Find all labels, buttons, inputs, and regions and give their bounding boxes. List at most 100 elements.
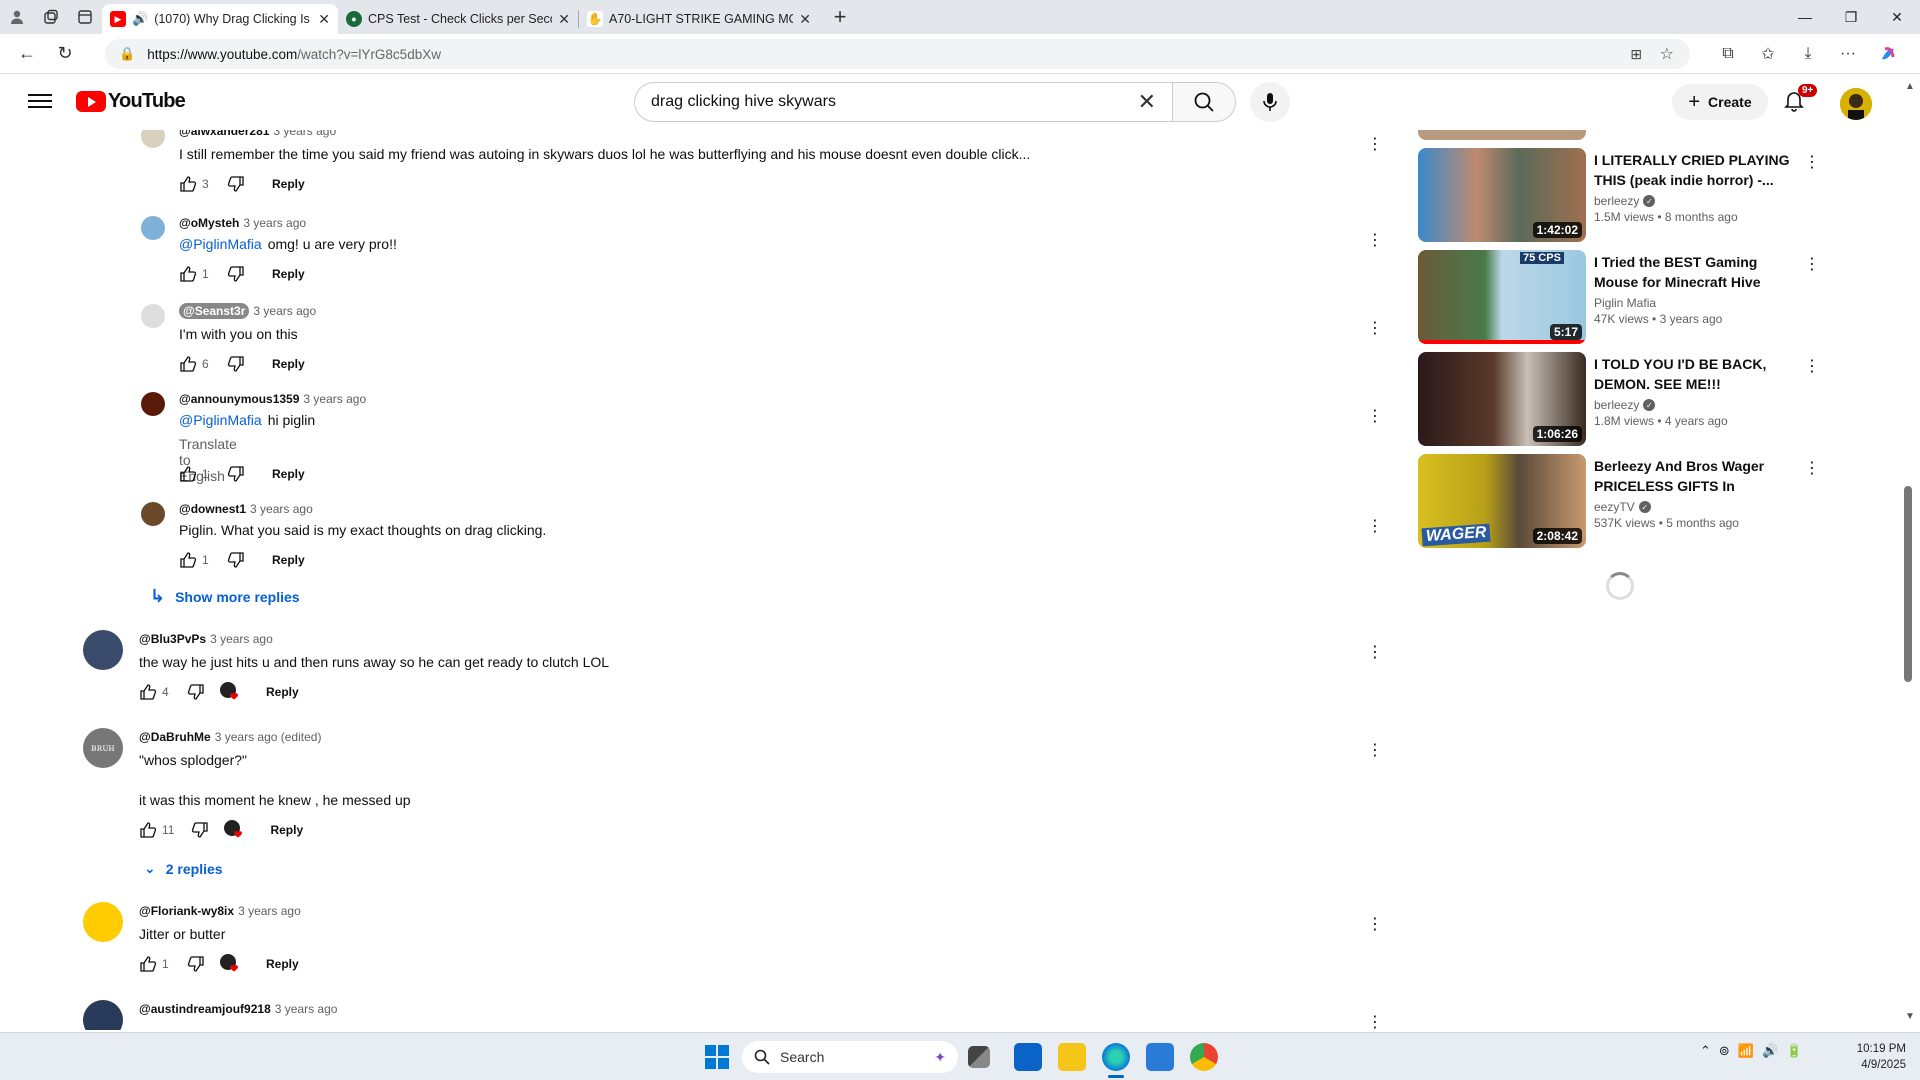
- restore-icon[interactable]: ❐: [1828, 0, 1874, 34]
- notifications-button[interactable]: 9+: [1782, 84, 1818, 118]
- comment-avatar[interactable]: [141, 502, 165, 526]
- microsoft-store-icon[interactable]: [1146, 1043, 1174, 1071]
- favorite-star-icon[interactable]: ☆: [1660, 44, 1674, 64]
- video-thumbnail[interactable]: 1:42:02: [1418, 148, 1586, 242]
- extensions-icon[interactable]: ⧉: [1708, 39, 1748, 69]
- menu-icon[interactable]: [28, 90, 52, 114]
- like-icon[interactable]: [136, 680, 160, 704]
- comment-avatar[interactable]: [83, 630, 123, 670]
- more-actions-icon[interactable]: ⋮: [1363, 1010, 1387, 1030]
- create-button[interactable]: + Create: [1672, 84, 1768, 120]
- app-available-icon[interactable]: ⊞: [1630, 46, 1642, 63]
- video-thumbnail[interactable]: WAGER 2:08:42: [1418, 454, 1586, 548]
- copilot-icon[interactable]: [1868, 39, 1908, 69]
- video-channel[interactable]: berleezy ✓: [1594, 398, 1794, 412]
- account-avatar[interactable]: [1840, 88, 1872, 120]
- tab-a70-mouse[interactable]: ✋ A70-LIGHT STRIKE GAMING MOU ✕: [579, 4, 819, 34]
- network-status-icon[interactable]: ⊚: [1719, 1043, 1730, 1059]
- video-card[interactable]: 75 CPS 5:17 I Tried the BEST Gaming Mous…: [1418, 250, 1820, 344]
- video-more-icon[interactable]: ⋮: [1800, 354, 1824, 378]
- video-thumbnail[interactable]: 1:06:26: [1418, 352, 1586, 446]
- close-tab-icon[interactable]: ✕: [799, 11, 811, 28]
- dislike-icon[interactable]: [224, 548, 248, 572]
- more-actions-icon[interactable]: ⋮: [1363, 404, 1387, 428]
- comment-author[interactable]: @Floriank-wy8ix: [139, 904, 234, 918]
- close-tab-icon[interactable]: ✕: [558, 11, 570, 28]
- downloads-icon[interactable]: ⤓: [1788, 39, 1828, 69]
- like-icon[interactable]: [176, 172, 200, 196]
- comment-mention[interactable]: @PiglinMafia: [179, 412, 262, 428]
- tab-cps-test[interactable]: ● CPS Test - Check Clicks per Secon ✕: [338, 4, 578, 34]
- scrollbar-thumb[interactable]: [1904, 486, 1912, 682]
- lock-icon[interactable]: 🔒: [119, 46, 135, 62]
- volume-icon[interactable]: 🔊: [1762, 1043, 1778, 1059]
- like-icon[interactable]: [176, 548, 200, 572]
- comment-time[interactable]: 3 years ago: [250, 502, 313, 516]
- reply-button[interactable]: Reply: [272, 267, 305, 281]
- video-more-icon[interactable]: ⋮: [1800, 456, 1824, 480]
- wifi-icon[interactable]: 📶: [1738, 1043, 1754, 1059]
- video-title[interactable]: I LITERALLY CRIED PLAYING THIS (peak ind…: [1594, 150, 1794, 190]
- video-more-icon[interactable]: ⋮: [1800, 252, 1824, 276]
- close-tab-icon[interactable]: ✕: [318, 11, 330, 28]
- profile-icon[interactable]: [0, 0, 34, 34]
- audio-icon[interactable]: 🔊: [132, 11, 148, 27]
- dislike-icon[interactable]: [188, 818, 212, 842]
- video-card[interactable]: 1:06:26 I TOLD YOU I'D BE BACK, DEMON. S…: [1418, 352, 1820, 446]
- tab-youtube[interactable]: ▶ 🔊 (1070) Why Drag Clicking Is ✕: [102, 4, 338, 34]
- edge-icon[interactable]: [1102, 1043, 1130, 1071]
- refresh-button[interactable]: ↻: [46, 35, 84, 73]
- comment-time[interactable]: 3 years ago (edited): [215, 730, 322, 744]
- comment-author[interactable]: @downest1: [179, 502, 246, 516]
- comment-avatar[interactable]: [83, 1000, 123, 1030]
- video-more-icon[interactable]: ⋮: [1800, 150, 1824, 174]
- scroll-down-arrow[interactable]: ▼: [1900, 1008, 1920, 1024]
- minimize-icon[interactable]: —: [1782, 0, 1828, 34]
- comment-avatar[interactable]: [141, 130, 165, 148]
- dislike-icon[interactable]: [184, 680, 208, 704]
- view-replies-button[interactable]: ⌄ 2 replies: [144, 860, 223, 877]
- video-channel[interactable]: Piglin Mafia: [1594, 296, 1794, 310]
- like-icon[interactable]: [176, 262, 200, 286]
- new-tab-button[interactable]: +: [823, 0, 857, 34]
- comment-time[interactable]: 3 years ago: [210, 632, 273, 646]
- comment-avatar[interactable]: [141, 216, 165, 240]
- comment-author[interactable]: @announymous1359: [179, 392, 299, 406]
- comment-avatar[interactable]: [141, 304, 165, 328]
- search-input[interactable]: drag clicking hive skywars ✕: [634, 82, 1172, 122]
- more-actions-icon[interactable]: ⋮: [1363, 132, 1387, 156]
- youtube-logo[interactable]: YouTube: [76, 90, 186, 113]
- favorites-icon[interactable]: ✩: [1748, 39, 1788, 69]
- comment-author[interactable]: @DaBruhMe: [139, 730, 211, 744]
- reply-button[interactable]: Reply: [266, 957, 299, 971]
- like-icon[interactable]: [136, 818, 160, 842]
- reply-button[interactable]: Reply: [272, 357, 305, 371]
- close-window-icon[interactable]: ✕: [1874, 0, 1920, 34]
- settings-more-icon[interactable]: ···: [1828, 39, 1868, 69]
- comment-author[interactable]: @Seanst3r: [179, 303, 250, 319]
- video-title[interactable]: I TOLD YOU I'D BE BACK, DEMON. SEE ME!!!…: [1594, 354, 1794, 394]
- comment-time[interactable]: 3 years ago: [243, 216, 306, 230]
- more-actions-icon[interactable]: ⋮: [1363, 228, 1387, 252]
- start-button[interactable]: [705, 1045, 729, 1069]
- voice-search-button[interactable]: [1250, 82, 1290, 122]
- clear-search-icon[interactable]: ✕: [1138, 89, 1156, 115]
- comment-author[interactable]: @oMysteh: [179, 216, 239, 230]
- comment-time[interactable]: 3 years ago: [303, 392, 366, 406]
- more-actions-icon[interactable]: ⋮: [1363, 316, 1387, 340]
- comment-author[interactable]: @austindreamjouf9218: [139, 1002, 271, 1016]
- video-channel[interactable]: berleezy ✓: [1594, 194, 1794, 208]
- video-thumbnail[interactable]: 75 CPS 5:17: [1418, 250, 1586, 344]
- chrome-icon[interactable]: [1190, 1043, 1218, 1071]
- task-view-icon[interactable]: [968, 1046, 990, 1068]
- like-icon[interactable]: [176, 462, 200, 486]
- video-title[interactable]: Berleezy And Bros Wager PRICELESS GIFTS …: [1594, 456, 1794, 496]
- video-channel[interactable]: eezyTV ✓: [1594, 500, 1794, 514]
- like-icon[interactable]: [176, 352, 200, 376]
- video-card[interactable]: 1:42:02 I LITERALLY CRIED PLAYING THIS (…: [1418, 148, 1820, 242]
- more-actions-icon[interactable]: ⋮: [1363, 514, 1387, 538]
- battery-icon[interactable]: 🔋: [1786, 1043, 1802, 1059]
- comment-author[interactable]: @alwxander281: [179, 130, 269, 138]
- file-explorer-icon[interactable]: [1058, 1043, 1086, 1071]
- reply-button[interactable]: Reply: [272, 553, 305, 567]
